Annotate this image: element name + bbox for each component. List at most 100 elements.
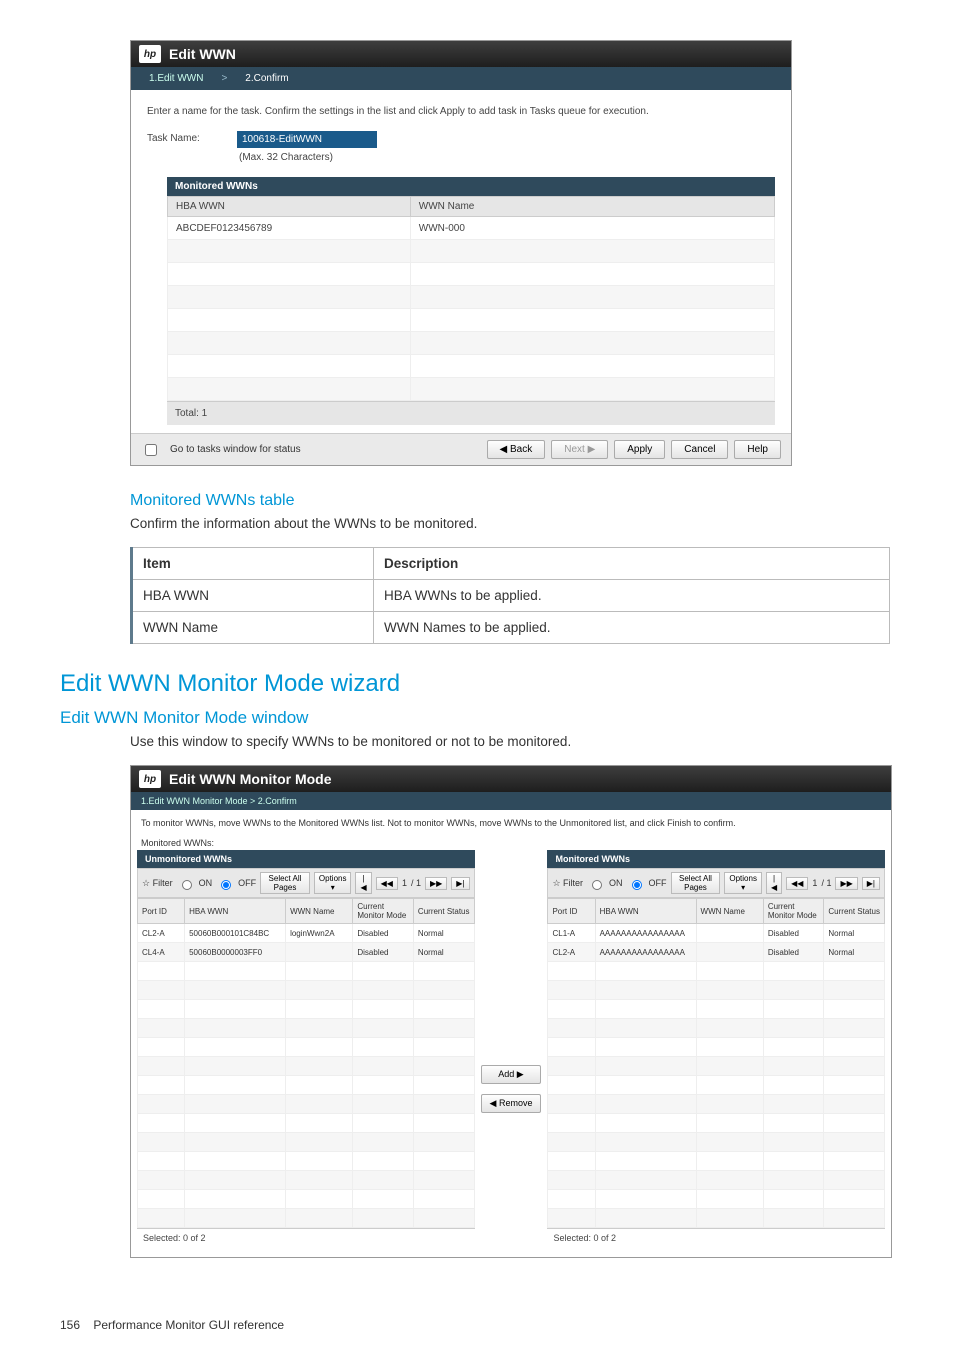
table-row [548, 1076, 885, 1095]
off-label: OFF [649, 878, 667, 888]
monitored-header: Monitored WWNs [547, 850, 885, 868]
hp-logo-icon: hp [139, 770, 161, 788]
cell: Disabled [763, 943, 824, 962]
unmonitored-header: Unmonitored WWNs [137, 850, 475, 868]
col-wwn-name[interactable]: WWN Name [286, 899, 353, 924]
desc-col-item: Item [132, 548, 374, 580]
table-row [548, 1038, 885, 1057]
tab-confirm[interactable]: 2.Confirm [227, 67, 306, 90]
filter-on-radio[interactable] [592, 880, 602, 890]
wizard-title-bar: hp Edit WWN [131, 41, 791, 67]
back-button[interactable]: ◀ Back [487, 440, 546, 459]
table-row [138, 1095, 475, 1114]
cell: CL1-A [548, 924, 595, 943]
table-row [138, 981, 475, 1000]
remove-button[interactable]: ◀ Remove [481, 1094, 542, 1113]
section-text: Confirm the information about the WWNs t… [130, 516, 894, 531]
total-row: Total: 1 [167, 401, 775, 425]
page-number: 156 [60, 1318, 90, 1332]
table-row[interactable]: CL2-A AAAAAAAAAAAAAAAA Disabled Normal [548, 943, 885, 962]
page-prev-button[interactable]: ◀◀ [376, 877, 398, 890]
col-hba-wwn[interactable]: HBA WWN [595, 899, 696, 924]
goto-tasks-checkbox[interactable] [145, 444, 157, 456]
cell: CL2-A [138, 924, 185, 943]
col-hba-wwn[interactable]: HBA WWN [185, 899, 286, 924]
col-port-id[interactable]: Port ID [138, 899, 185, 924]
cell: CL2-A [548, 943, 595, 962]
col-status[interactable]: Current Status [824, 899, 885, 924]
table-row [138, 1133, 475, 1152]
page-last-button[interactable]: ▶| [451, 877, 469, 890]
options-button[interactable]: Options ▾ [724, 872, 762, 894]
col-hba-wwn[interactable]: HBA WWN [168, 197, 411, 217]
filter-on-radio[interactable] [182, 880, 192, 890]
description-table: Item Description HBA WWN HBA WWNs to be … [130, 547, 890, 644]
wizard-footer: Go to tasks window for status ◀ Back Nex… [131, 433, 791, 465]
col-wwn-name[interactable]: WWN Name [696, 899, 763, 924]
table-row[interactable]: CL2-A 50060B000101C84BC loginWwn2A Disab… [138, 924, 475, 943]
body-text-2: Use this window to specify WWNs to be mo… [130, 734, 894, 749]
table-row [138, 1000, 475, 1019]
table-row [138, 1190, 475, 1209]
on-label: ON [609, 878, 623, 888]
filter-off-radio[interactable] [221, 880, 231, 890]
tab-edit-wwn[interactable]: 1.Edit WWN [131, 67, 221, 90]
table-row [138, 1057, 475, 1076]
help-button[interactable]: Help [734, 440, 781, 459]
page-first-button[interactable]: |◀ [766, 872, 782, 894]
table-row [548, 1057, 885, 1076]
cell: 50060B0000003FF0 [185, 943, 286, 962]
wizard-tabs: 1.Edit WWN > 2.Confirm [131, 67, 791, 90]
table-row [548, 1171, 885, 1190]
cell [696, 924, 763, 943]
filter-off-radio[interactable] [632, 880, 642, 890]
table-row [138, 1019, 475, 1038]
cell: Normal [824, 924, 885, 943]
filter-label[interactable]: ☆ Filter [552, 878, 583, 889]
options-button[interactable]: Options ▾ [314, 872, 352, 894]
page-first-button[interactable]: |◀ [355, 872, 371, 894]
cancel-button[interactable]: Cancel [671, 440, 728, 459]
col-monitor-mode[interactable]: Current Monitor Mode [353, 899, 414, 924]
table-row [168, 378, 775, 401]
cell: Disabled [763, 924, 824, 943]
select-all-pages-button[interactable]: Select All Pages [260, 872, 310, 894]
monitored-wwns-header: Monitored WWNs [167, 177, 775, 196]
add-button[interactable]: Add ▶ [481, 1065, 542, 1084]
table-row [138, 962, 475, 981]
table-row [168, 355, 775, 378]
off-label: OFF [238, 878, 256, 888]
task-name-input[interactable] [237, 131, 377, 148]
left-selected-count: Selected: 0 of 2 [137, 1228, 475, 1247]
desc-text: HBA WWNs to be applied. [374, 580, 890, 612]
table-row [548, 1000, 885, 1019]
task-name-label: Task Name: [147, 131, 217, 144]
table-row [168, 240, 775, 263]
table-row [548, 1209, 885, 1228]
desc-item: HBA WWN [132, 580, 374, 612]
cell: 50060B000101C84BC [185, 924, 286, 943]
col-status[interactable]: Current Status [413, 899, 474, 924]
table-row[interactable]: ABCDEF0123456789 WWN-000 [168, 217, 775, 240]
table-row[interactable]: CL1-A AAAAAAAAAAAAAAAA Disabled Normal [548, 924, 885, 943]
col-wwn-name[interactable]: WWN Name [410, 197, 774, 217]
col-monitor-mode[interactable]: Current Monitor Mode [763, 899, 824, 924]
col-port-id[interactable]: Port ID [548, 899, 595, 924]
page-last-button[interactable]: ▶| [862, 877, 880, 890]
table-row [168, 332, 775, 355]
cell: loginWwn2A [286, 924, 353, 943]
cell: Normal [824, 943, 885, 962]
apply-button[interactable]: Apply [614, 440, 665, 459]
select-all-pages-button[interactable]: Select All Pages [671, 872, 721, 894]
wizard-title: Edit WWN [169, 46, 236, 62]
page-next-button[interactable]: ▶▶ [425, 877, 447, 890]
page-prev-button[interactable]: ◀◀ [786, 877, 808, 890]
monitored-pane: Monitored WWNs ☆ Filter ON OFF Select Al… [547, 850, 885, 1247]
filter-label[interactable]: ☆ Filter [142, 878, 173, 889]
cell: CL4-A [138, 943, 185, 962]
page-next-button[interactable]: ▶▶ [835, 877, 857, 890]
on-label: ON [199, 878, 213, 888]
table-row[interactable]: CL4-A 50060B0000003FF0 Disabled Normal [138, 943, 475, 962]
next-button[interactable]: Next ▶ [551, 440, 608, 459]
page-of: / 1 [821, 878, 831, 888]
